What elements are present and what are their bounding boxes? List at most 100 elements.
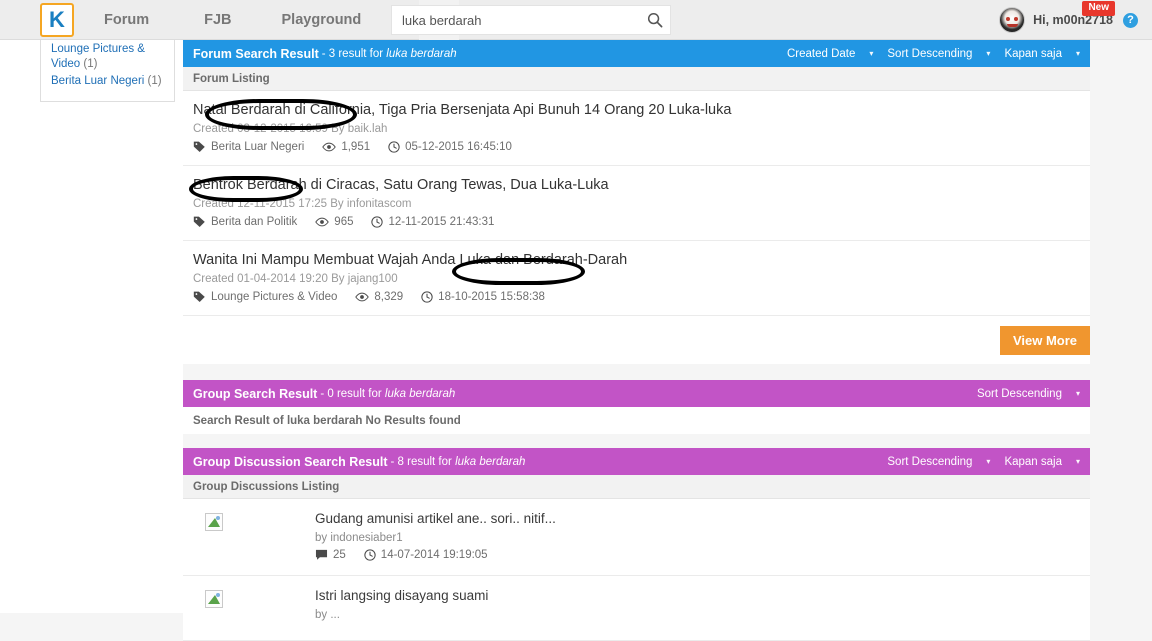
forum-search-result-panel: Forum Search Result - 3 result for luka … <box>183 40 1090 364</box>
result-views: 1,951 <box>322 141 370 153</box>
help-icon[interactable]: ? <box>1123 12 1138 28</box>
result-date: 18-10-2015 15:58:38 <box>421 291 545 303</box>
discussion-sort-direction-option[interactable]: Sort Descending <box>887 456 972 468</box>
logo-k-icon: K <box>49 6 65 32</box>
result-meta: Berita Luar Negeri 1,951 05-12-2015 16:4… <box>193 140 1080 153</box>
group-panel-title: Group Search Result <box>193 386 318 401</box>
result-created: Created 12-11-2015 17:25 By infonitascom <box>193 198 412 210</box>
group-no-results-text: Search Result of luka berdarah No Result… <box>183 407 1090 434</box>
view-more-button[interactable]: View More <box>999 325 1090 355</box>
discussion-date: 14-07-2014 19:19:05 <box>364 549 488 561</box>
chevron-down-icon[interactable]: ▾ <box>986 49 990 58</box>
group-discussion-panel-query: luka berdarah <box>455 455 526 468</box>
result-meta: Berita dan Politik 965 12-11-2015 21:43:… <box>193 215 1080 228</box>
discussion-time-range-option[interactable]: Kapan saja <box>1004 456 1062 468</box>
discussion-title[interactable]: Gudang amunisi artikel ane.. sori.. niti… <box>315 511 556 526</box>
avatar-mouth <box>1007 24 1019 27</box>
result-views: 965 <box>315 216 353 228</box>
list-item[interactable]: Gudang amunisi artikel ane.. sori.. niti… <box>183 499 1090 576</box>
discussion-date-label: 14-07-2014 19:19:05 <box>380 549 488 561</box>
result-title[interactable]: Bentrok Berdarah di Ciracas, Satu Orang … <box>193 176 1080 194</box>
group-discussion-search-result-panel: Group Discussion Search Result - 8 resul… <box>183 448 1090 641</box>
sidebar-item-lounge-pictures-video[interactable]: Lounge Pictures & Video (1) <box>51 42 164 72</box>
group-discussion-panel-options: Sort Descending ▾ Kapan saja ▾ <box>887 456 1080 468</box>
forum-panel-header: Forum Search Result - 3 result for luka … <box>183 40 1090 67</box>
comment-icon <box>315 549 328 560</box>
result-date-label: 12-11-2015 21:43:31 <box>388 215 495 228</box>
new-badge: New <box>1082 1 1115 16</box>
table-row[interactable]: Wanita Ini Mampu Membuat Wajah Anda Luka… <box>183 241 1090 316</box>
forum-time-range-option[interactable]: Kapan saja <box>1004 48 1062 60</box>
search-icon <box>647 12 663 28</box>
discussion-body: Istri langsing disayang suami by ... <box>315 588 488 626</box>
search-results-content: Forum Search Result - 3 result for luka … <box>183 40 1090 641</box>
site-logo[interactable]: K <box>40 2 74 37</box>
clock-icon <box>388 140 400 153</box>
group-panel-header: Group Search Result - 0 result for luka … <box>183 380 1090 407</box>
result-date: 12-11-2015 21:43:31 <box>371 216 494 228</box>
result-category[interactable]: Berita dan Politik <box>193 215 297 228</box>
nav-item-forum[interactable]: Forum <box>104 12 149 28</box>
sidebar-item-count: (1) <box>83 58 98 70</box>
broken-image-icon <box>205 513 223 531</box>
group-discussion-panel-header: Group Discussion Search Result - 8 resul… <box>183 448 1090 475</box>
avatar[interactable] <box>999 7 1026 33</box>
discussion-body: Gudang amunisi artikel ane.. sori.. niti… <box>315 511 556 561</box>
view-more-container: View More <box>183 316 1090 364</box>
discussion-comments: 25 <box>315 549 346 561</box>
table-row[interactable]: Natal Berdarah di California, Tiga Pria … <box>183 91 1090 166</box>
chevron-down-icon[interactable]: ▾ <box>1076 49 1080 58</box>
result-category[interactable]: Berita Luar Negeri <box>193 140 304 153</box>
discussion-comments-count: 25 <box>333 549 346 561</box>
result-category[interactable]: Lounge Pictures & Video <box>193 290 337 303</box>
nav-item-playground[interactable]: Playground <box>282 12 362 28</box>
group-search-result-panel: Group Search Result - 0 result for luka … <box>183 380 1090 434</box>
chevron-down-icon[interactable]: ▾ <box>1076 389 1080 398</box>
list-item[interactable]: Istri langsing disayang suami by ... <box>183 576 1090 641</box>
result-title[interactable]: Wanita Ini Mampu Membuat Wajah Anda Luka… <box>193 251 1080 269</box>
forum-listing-label: Forum Listing <box>183 67 1090 91</box>
chevron-down-icon[interactable]: ▾ <box>1076 457 1080 466</box>
result-views-count: 965 <box>334 215 354 228</box>
group-discussion-panel-title: Group Discussion Search Result <box>193 454 388 469</box>
page-right-background <box>1090 40 1152 613</box>
result-date-label: 05-12-2015 16:45:10 <box>405 140 512 153</box>
page-left-background <box>0 40 183 613</box>
site-header: K Forum FJB Playground Hi, m00n2718 New … <box>0 0 1152 40</box>
broken-image-icon <box>205 590 223 608</box>
chevron-down-icon[interactable]: ▾ <box>869 49 873 58</box>
panel-spacer <box>183 364 1090 380</box>
group-panel-options: Sort Descending ▾ <box>977 388 1080 400</box>
tag-icon <box>193 216 205 228</box>
forum-panel-subtitle: - 3 result for luka berdarah <box>321 47 457 60</box>
user-menu[interactable]: Hi, m00n2718 New ? <box>999 0 1138 40</box>
clock-icon <box>364 549 376 561</box>
table-row[interactable]: Bentrok Berdarah di Ciracas, Satu Orang … <box>183 166 1090 241</box>
result-date-label: 18-10-2015 15:58:38 <box>438 290 545 303</box>
group-discussion-panel-subtitle: - 8 result for luka berdarah <box>390 455 526 468</box>
result-views-count: 8,329 <box>374 290 404 303</box>
eye-icon <box>355 292 370 301</box>
group-sort-direction-option[interactable]: Sort Descending <box>977 388 1062 400</box>
result-category-label: Lounge Pictures & Video <box>211 290 338 303</box>
forum-sort-direction-option[interactable]: Sort Descending <box>887 48 972 60</box>
discussion-meta: 25 14-07-2014 19:19:05 <box>315 549 556 561</box>
result-title[interactable]: Natal Berdarah di California, Tiga Pria … <box>193 101 1080 119</box>
forum-panel-options: Created Date ▾ Sort Descending ▾ Kapan s… <box>787 48 1080 60</box>
tag-icon <box>193 291 205 303</box>
eye-icon <box>315 217 330 226</box>
search-input[interactable] <box>392 12 640 28</box>
forum-panel-title: Forum Search Result <box>193 46 319 61</box>
nav-item-fjb[interactable]: FJB <box>204 12 231 28</box>
forum-sort-field-option[interactable]: Created Date <box>787 48 855 60</box>
eye-icon <box>322 142 337 151</box>
sidebar-item-berita-luar-negeri[interactable]: Berita Luar Negeri (1) <box>51 74 164 89</box>
main-navigation: Forum FJB Playground <box>104 12 411 28</box>
chevron-down-icon[interactable]: ▾ <box>986 457 990 466</box>
search-button[interactable] <box>640 6 670 34</box>
discussion-title[interactable]: Istri langsing disayang suami <box>315 588 488 603</box>
result-created: Created 03-12-2015 16:59 By baik.lah <box>193 123 388 135</box>
result-date: 05-12-2015 16:45:10 <box>388 141 512 153</box>
group-panel-subtitle: - 0 result for luka berdarah <box>320 387 456 400</box>
sidebar-item-count: (1) <box>147 75 162 87</box>
